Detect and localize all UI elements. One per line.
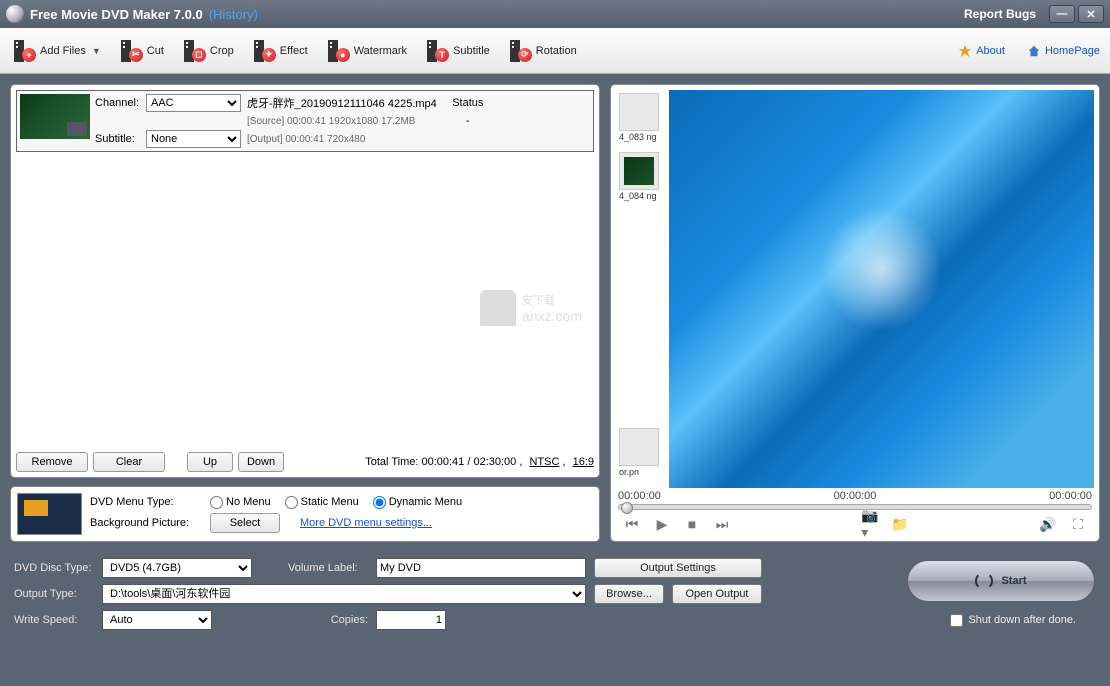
disc-type-select[interactable]: DVD5 (4.7GB) <box>102 558 252 578</box>
snapshot-button[interactable]: 📷▾ <box>862 516 878 532</box>
add-files-button[interactable]: + Add Files ▼ <box>10 38 105 64</box>
dynamic-menu-radio[interactable]: Dynamic Menu <box>373 496 462 509</box>
crop-button[interactable]: ◻ Crop <box>180 38 238 64</box>
app-title: Free Movie DVD Maker 7.0.0 <box>30 7 203 22</box>
start-button[interactable]: Start <box>906 559 1096 603</box>
volume-label-label: Volume Label: <box>288 562 368 574</box>
stop-button[interactable]: ■ <box>684 516 700 532</box>
report-bugs-link[interactable]: Report Bugs <box>964 7 1036 21</box>
clear-button[interactable]: Clear <box>93 452 165 472</box>
open-folder-button[interactable]: 📁 <box>892 516 908 532</box>
scissors-icon: ✂ <box>129 48 143 62</box>
drop-icon: ● <box>336 48 350 62</box>
disc-type-label: DVD Disc Type: <box>14 562 94 574</box>
up-button[interactable]: Up <box>187 452 233 472</box>
volume-button[interactable]: 🔊 <box>1040 516 1056 532</box>
dvd-menu-panel: DVD Menu Type: No Menu Static Menu Dynam… <box>10 486 600 542</box>
home-icon <box>1027 44 1041 58</box>
refresh-icon <box>975 572 993 590</box>
menu-thumbnail <box>17 493 82 535</box>
remove-button[interactable]: Remove <box>16 452 88 472</box>
effect-button[interactable]: ✦ Effect <box>250 38 312 64</box>
menu-type-label: DVD Menu Type: <box>90 496 200 508</box>
timeline-labels: 00:00:0000:00:0000:00:00 <box>616 488 1094 502</box>
watermark-label: Watermark <box>354 45 407 57</box>
add-files-label: Add Files <box>40 45 86 57</box>
cut-label: Cut <box>147 45 164 57</box>
shutdown-label: Shut down after done. <box>968 614 1076 626</box>
total-time-label: Total Time: 00:00:41 / 02:30:00 , NTSC ,… <box>365 456 594 468</box>
cut-button[interactable]: ✂ Cut <box>117 38 168 64</box>
preview-panel: 4_083 ng 4_084 ng or.pn 00:00:0000:00:00… <box>610 84 1100 542</box>
close-button[interactable]: ✕ <box>1078 5 1104 23</box>
homepage-link[interactable]: HomePage <box>1027 44 1100 58</box>
browse-button[interactable]: Browse... <box>594 584 664 604</box>
rotation-button[interactable]: ⟳ Rotation <box>506 38 581 64</box>
ratio-link[interactable]: 16:9 <box>573 456 594 468</box>
rotate-icon: ⟳ <box>518 48 532 62</box>
channel-label: Channel: <box>95 97 140 109</box>
subtitle-label: Subtitle: <box>95 133 140 145</box>
static-menu-radio[interactable]: Static Menu <box>285 496 359 509</box>
plus-icon: + <box>22 48 36 62</box>
output-type-label: Output Type: <box>14 588 94 600</box>
copies-label: Copies: <box>288 614 368 626</box>
status-header: Status <box>443 97 493 109</box>
side-thumb-3[interactable] <box>619 428 659 466</box>
video-preview <box>669 90 1094 488</box>
output-type-select[interactable]: D:\tools\桌面\河东软件园 <box>102 584 586 604</box>
no-menu-radio[interactable]: No Menu <box>210 496 271 509</box>
file-list-panel: Channel: AAC 虎牙-胖炸_20190912111046 4225.m… <box>10 84 600 478</box>
watermark-button[interactable]: ● Watermark <box>324 38 411 64</box>
output-info: [Output] 00:00:41 720x480 <box>247 134 437 145</box>
shutdown-checkbox[interactable] <box>950 614 963 627</box>
file-item[interactable]: Channel: AAC 虎牙-胖炸_20190912111046 4225.m… <box>16 90 594 152</box>
rotation-label: Rotation <box>536 45 577 57</box>
minimize-button[interactable]: — <box>1049 5 1075 23</box>
file-thumbnail <box>20 94 90 139</box>
fullscreen-button[interactable]: ⛶ <box>1070 516 1086 532</box>
dropdown-arrow-icon: ▼ <box>92 46 101 56</box>
bg-picture-label: Background Picture: <box>90 517 200 529</box>
select-bg-button[interactable]: Select <box>210 513 280 533</box>
source-info: [Source] 00:00:41 1920x1080 17.2MB <box>247 116 437 127</box>
status-value: - <box>443 115 493 127</box>
subtitle-select[interactable]: None <box>146 130 241 148</box>
down-button[interactable]: Down <box>238 452 284 472</box>
effect-label: Effect <box>280 45 308 57</box>
subtitle-button[interactable]: T Subtitle <box>423 38 494 64</box>
side-thumb-2[interactable] <box>619 152 659 190</box>
crop-label: Crop <box>210 45 234 57</box>
star-icon <box>958 44 972 58</box>
copies-input[interactable] <box>376 610 446 630</box>
app-logo-icon <box>6 5 24 23</box>
write-speed-select[interactable]: Auto <box>102 610 212 630</box>
next-button[interactable]: ⏭ <box>714 516 730 532</box>
channel-select[interactable]: AAC <box>146 94 241 112</box>
side-thumb-1[interactable] <box>619 93 659 131</box>
volume-label-input[interactable] <box>376 558 586 578</box>
file-name: 虎牙-胖炸_20190912111046 4225.mp4 <box>247 95 437 111</box>
history-link[interactable]: (History) <box>209 7 258 22</box>
playback-slider[interactable] <box>618 504 1092 510</box>
ntsc-link[interactable]: NTSC <box>529 456 559 468</box>
output-settings-button[interactable]: Output Settings <box>594 558 762 578</box>
play-button[interactable]: ▶ <box>654 516 670 532</box>
write-speed-label: Write Speed: <box>14 614 94 626</box>
about-link[interactable]: About <box>958 44 1005 58</box>
wand-icon: ✦ <box>262 48 276 62</box>
crop-icon: ◻ <box>192 48 206 62</box>
more-menu-settings-link[interactable]: More DVD menu settings... <box>300 517 432 529</box>
prev-button[interactable]: ⏮ <box>624 516 640 532</box>
text-icon: T <box>435 48 449 62</box>
open-output-button[interactable]: Open Output <box>672 584 762 604</box>
subtitle-label: Subtitle <box>453 45 490 57</box>
